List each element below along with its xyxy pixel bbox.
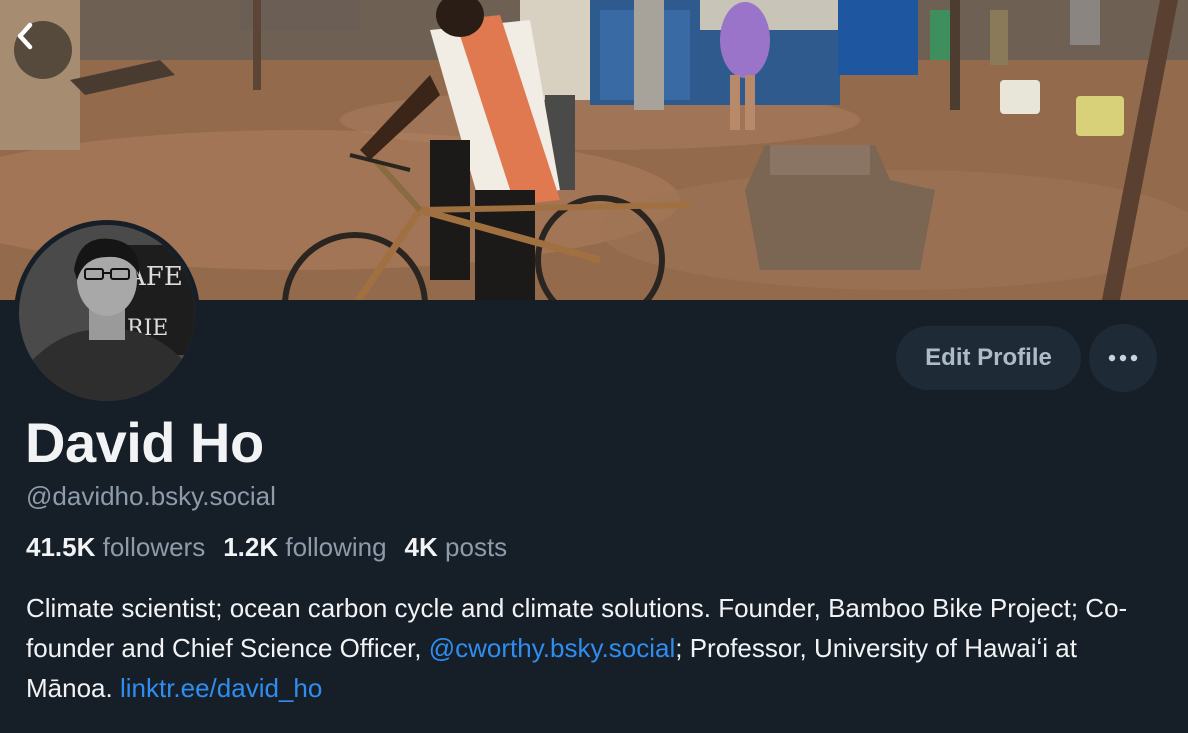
following-count[interactable]: 1.2K following	[223, 532, 386, 563]
profile-bio: Climate scientist; ocean carbon cycle an…	[26, 588, 1166, 708]
more-options-button[interactable]	[1089, 324, 1157, 392]
following-label: following	[285, 532, 387, 562]
followers-label: followers	[102, 532, 206, 562]
posts-label: posts	[445, 532, 508, 562]
back-button[interactable]	[14, 21, 72, 79]
avatar[interactable]: AFE RIE	[14, 220, 200, 406]
followers-count[interactable]: 41.5K followers	[26, 532, 205, 563]
ellipsis-icon	[1108, 354, 1138, 362]
edit-profile-button[interactable]: Edit Profile	[896, 326, 1081, 390]
following-value: 1.2K	[223, 532, 279, 562]
chevron-left-icon	[17, 22, 33, 50]
bio-url-link[interactable]: linktr.ee/david_ho	[120, 673, 322, 703]
user-handle: @davidho.bsky.social	[26, 481, 276, 511]
posts-value: 4K	[404, 532, 438, 562]
profile-stats: 41.5K followers 1.2K following 4K posts	[26, 532, 507, 563]
posts-count: 4K posts	[405, 532, 508, 563]
display-name: David Ho	[25, 411, 264, 474]
followers-value: 41.5K	[26, 532, 96, 562]
avatar-image: AFE RIE	[19, 225, 195, 401]
bio-mention-link[interactable]: @cworthy.bsky.social	[429, 633, 676, 663]
